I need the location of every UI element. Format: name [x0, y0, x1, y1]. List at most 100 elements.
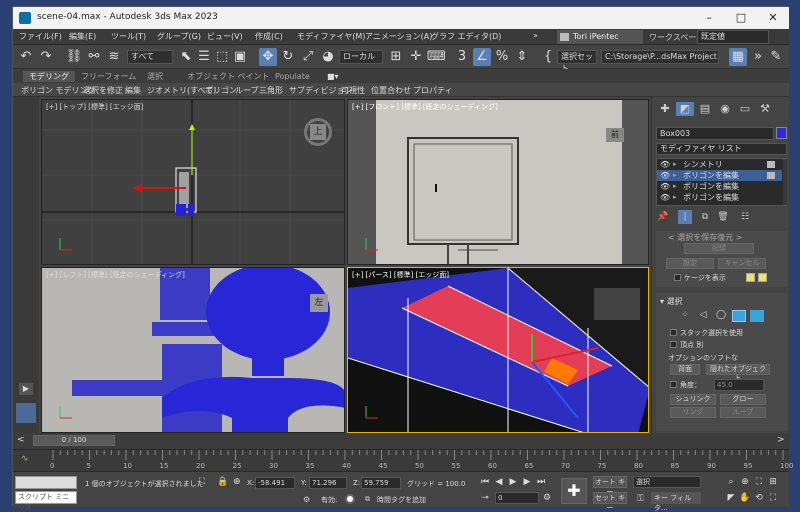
window-crossing-icon[interactable]: ▣	[231, 48, 249, 66]
modifier-list-dropdown[interactable]: モディファイヤ リスト	[656, 143, 787, 155]
hidden-objects-button[interactable]: 隠れたオブジェクト	[706, 364, 770, 382]
object-name-field[interactable]: Box003	[656, 127, 774, 140]
key-filter-icon[interactable]: ⚿	[637, 494, 644, 504]
next-frame-icon[interactable]: ▶	[521, 476, 533, 488]
play-animation-icon[interactable]: ▶	[507, 476, 519, 488]
rollout-collapsed-header[interactable]: < 選択を保存復元 >	[668, 232, 743, 243]
show-cage-checkbox[interactable]	[674, 274, 681, 281]
go-to-start-icon[interactable]: ⏮	[479, 476, 491, 488]
viewport-left-label[interactable]: [+] [レフト] [標準] [既定のシェーディング]	[46, 270, 185, 280]
time-config-icon[interactable]: ⚙	[541, 492, 553, 504]
time-slider[interactable]: 0 / 100	[33, 435, 115, 446]
snap-3d-icon[interactable]: 3	[453, 48, 471, 66]
menu-view[interactable]: ビュー(V)	[207, 31, 243, 42]
edge-mode-icon[interactable]: ◁	[696, 310, 710, 322]
previous-frame-icon[interactable]: ◀	[493, 476, 505, 488]
create-tab-icon[interactable]: ✚	[656, 102, 674, 116]
undo-icon[interactable]: ↶	[17, 48, 35, 66]
eye-icon[interactable]: 👁	[660, 159, 670, 170]
enabled-toggle[interactable]	[345, 494, 355, 504]
unlink-icon[interactable]: ⚯	[85, 48, 103, 66]
maxscript-listener-top[interactable]	[15, 476, 77, 489]
viewport-front[interactable]: [+] [フロント] [標準] [既定のシェーディング] 前	[347, 99, 649, 265]
key-mode-icon[interactable]: ⊸	[479, 492, 491, 504]
tab-selection[interactable]: 選択	[141, 71, 169, 82]
viewport-front-label[interactable]: [+] [フロント] [標準] [既定のシェーディング]	[352, 102, 498, 112]
named-selection-dropdown[interactable]: 選択セット	[557, 50, 597, 73]
selection-set-dropdown[interactable]: 選択	[633, 476, 701, 488]
motion-tab-icon[interactable]: ◉	[716, 102, 734, 116]
scale-icon[interactable]: ⤢	[299, 48, 317, 66]
close-button[interactable]: ✕	[757, 7, 789, 29]
stack-scrollbar[interactable]	[783, 159, 787, 205]
placement-icon[interactable]: ◕	[319, 48, 337, 66]
expand-arrow-icon[interactable]: ▸	[673, 159, 677, 170]
selection-filter-dropdown[interactable]: すべて	[127, 50, 173, 64]
viewport-top-label[interactable]: [+] [トップ] [標準] [エッジ面]	[46, 102, 143, 112]
isolate-icon[interactable]: ⛶	[199, 477, 205, 487]
zoom-extents-icon[interactable]: ⛶	[753, 476, 765, 488]
viewport-layout-icon[interactable]	[16, 403, 36, 423]
keyboard-shortcut-icon[interactable]: ⌨	[427, 48, 446, 66]
panel-polygons[interactable]: ポリゴン	[205, 85, 237, 96]
bind-spacewarp-icon[interactable]: ≋	[105, 48, 123, 66]
eye-icon[interactable]: 👁	[660, 170, 670, 181]
shrink-button[interactable]: シュリンク	[670, 394, 716, 405]
utilities-tab-icon[interactable]: ⚒	[756, 102, 774, 116]
stack-item[interactable]: 👁 ▸ ポリゴンを編集	[657, 181, 782, 192]
expand-arrow-icon[interactable]: ▸	[673, 170, 677, 181]
rotate-icon[interactable]: ↻	[279, 48, 297, 66]
record-button[interactable]: 記録	[684, 243, 754, 254]
pivot-center-icon[interactable]: ⊞	[387, 48, 405, 66]
ribbon-options-icon[interactable]: ■▾	[321, 71, 345, 82]
toolbar-overflow-icon[interactable]: »	[749, 48, 767, 66]
object-color-swatch[interactable]	[776, 127, 787, 139]
tab-object-paint[interactable]: オブジェクト ペイント	[181, 71, 276, 82]
x-coord-field[interactable]: -58.491	[255, 477, 295, 489]
menu-graph-editors[interactable]: グラフ エディタ(D)	[431, 31, 501, 42]
reference-coord-dropdown[interactable]: ローカル	[339, 50, 383, 64]
select-manipulate-icon[interactable]: ✛	[407, 48, 425, 66]
maximize-viewport-icon[interactable]: ⛶	[767, 492, 779, 504]
cancel-button[interactable]: キャンセル	[718, 258, 766, 269]
by-vertex-checkbox[interactable]	[670, 341, 677, 348]
stack-item[interactable]: 👁 ▸ シンメトリ	[657, 159, 782, 170]
menu-tools[interactable]: ツール(T)	[111, 31, 146, 42]
menu-group[interactable]: グループ(G)	[157, 31, 201, 42]
grow-button[interactable]: グロー	[720, 394, 766, 405]
modify-tab-icon[interactable]: ◩	[676, 102, 694, 116]
cage-color-swatch[interactable]	[746, 273, 755, 282]
redo-icon[interactable]: ↷	[37, 48, 55, 66]
zoom-icon[interactable]: ⌕	[725, 476, 737, 488]
z-coord-field[interactable]: 59.759	[361, 477, 401, 489]
user-account[interactable]: Tori iPentec	[557, 30, 643, 44]
stack-selection-checkbox[interactable]	[670, 329, 677, 336]
viewport-perspective[interactable]: [+] [パース] [標準] [エッジ面]	[347, 267, 649, 433]
menu-create[interactable]: 作成(C)	[255, 31, 283, 42]
stack-item[interactable]: 👁 ▸ ポリゴンを編集	[657, 170, 782, 181]
angle-snap-icon[interactable]: ∠	[473, 48, 491, 66]
auto-key-button[interactable]: オート キー	[593, 476, 627, 496]
remove-modifier-icon[interactable]: 🗑	[716, 210, 730, 224]
polygon-mode-icon[interactable]	[732, 310, 746, 322]
key-filters-button[interactable]: キー フィルタ...	[651, 492, 701, 512]
show-end-result-icon[interactable]: |	[678, 210, 692, 224]
viewcube-left[interactable]: 左	[310, 294, 328, 312]
panel-modify-selection[interactable]: 選択を修正	[83, 85, 123, 96]
back-button[interactable]: 背面	[670, 364, 700, 375]
menu-modifiers[interactable]: モディファイヤ(M)	[297, 31, 365, 42]
expand-arrow-icon[interactable]: ▸	[673, 192, 677, 203]
panel-visibility[interactable]: 可視性	[341, 85, 365, 96]
menu-edit[interactable]: 編集(E)	[69, 31, 96, 42]
slider-left-icon[interactable]: <	[17, 435, 25, 445]
select-object-icon[interactable]: ⬉	[177, 48, 195, 66]
slider-right-icon[interactable]: >	[777, 435, 785, 445]
time-tag-icon[interactable]: ⧉	[365, 495, 370, 504]
menu-file[interactable]: ファイル(F)	[19, 31, 62, 42]
menu-animation[interactable]: アニメーション(A)	[365, 31, 432, 42]
hierarchy-tab-icon[interactable]: ▤	[696, 102, 714, 116]
stack-item[interactable]: 👁 ▸ ポリゴンを編集	[657, 192, 782, 203]
edit-named-selection-icon[interactable]: {	[539, 48, 557, 66]
rect-selection-icon[interactable]: ⬚	[213, 48, 231, 66]
viewcube-top[interactable]: 上	[310, 124, 326, 140]
